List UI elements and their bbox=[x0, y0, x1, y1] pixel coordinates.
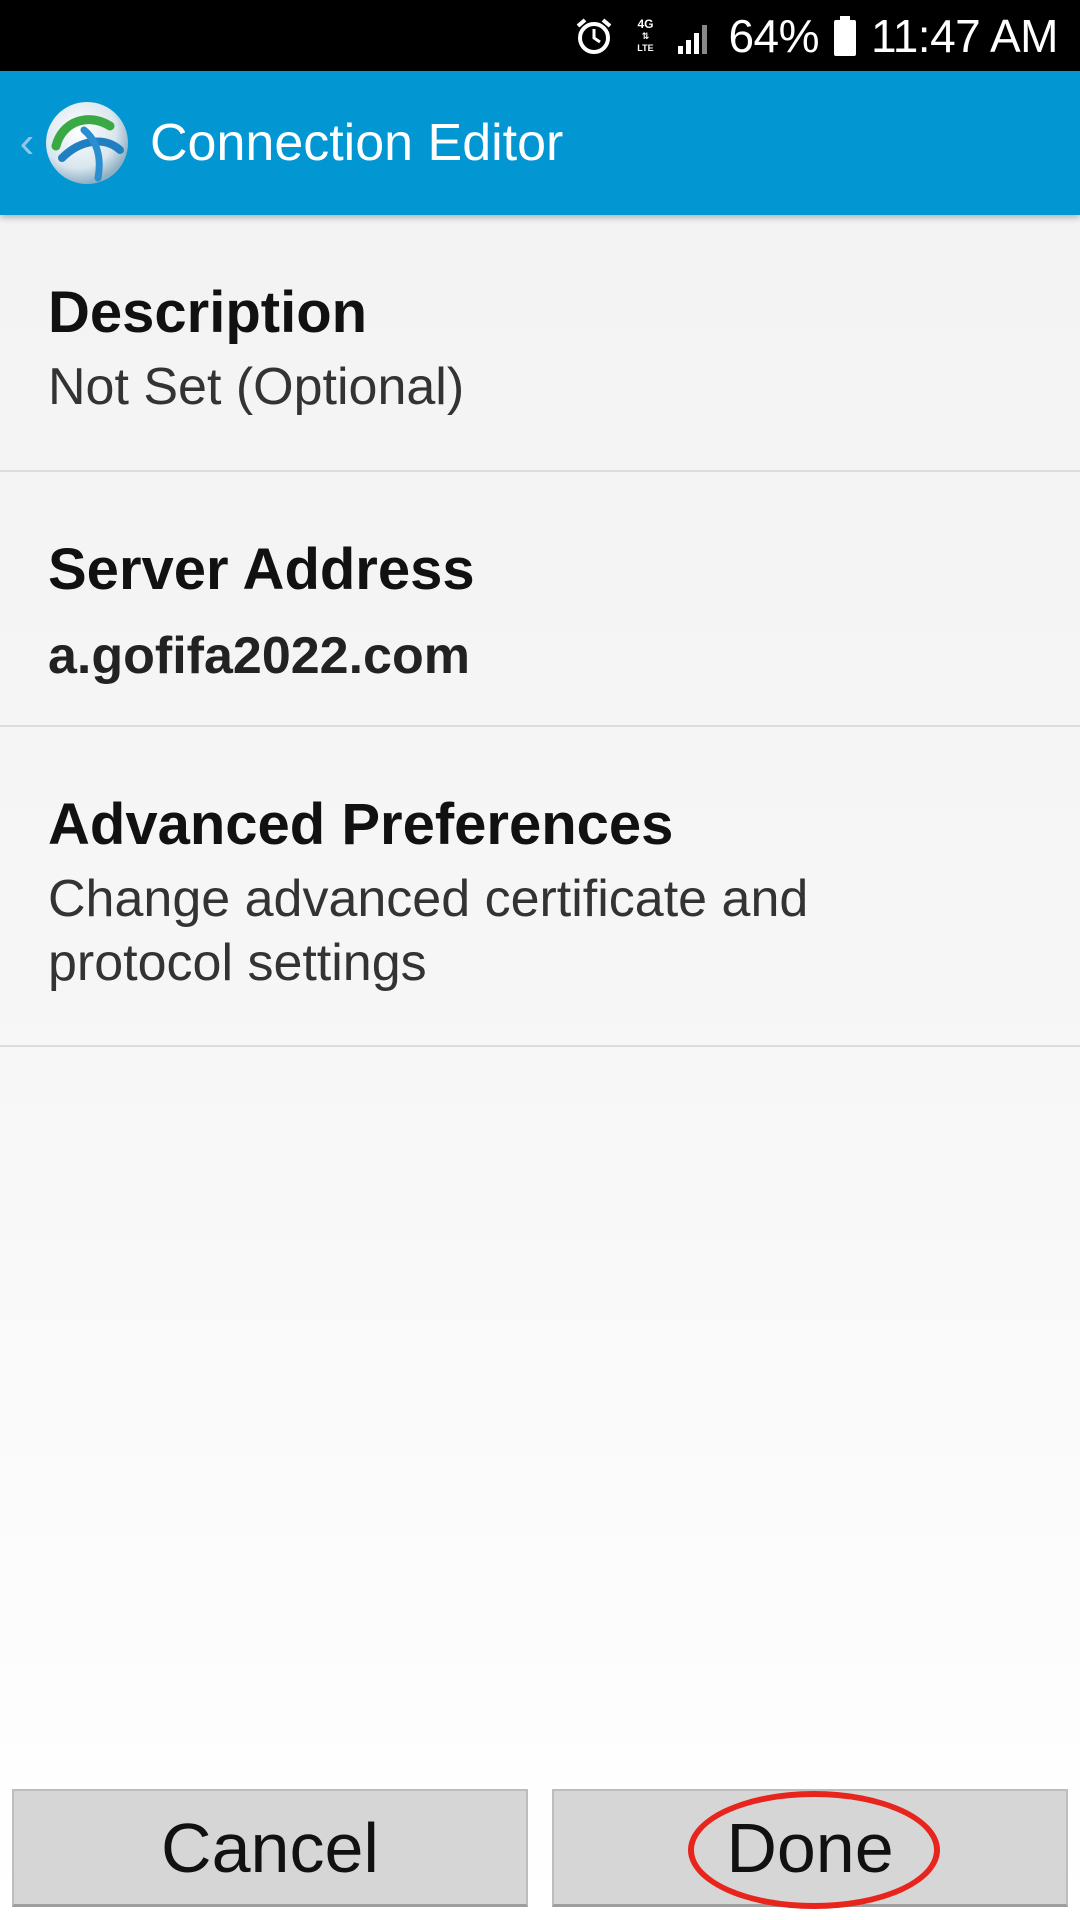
page-title: Connection Editor bbox=[150, 114, 564, 172]
back-chevron-icon[interactable]: ‹ bbox=[10, 113, 44, 173]
battery-icon bbox=[833, 15, 857, 57]
data-arrows-icon: ⇅ bbox=[641, 30, 650, 41]
highlight-circle bbox=[688, 1791, 940, 1909]
description-value: Not Set (Optional) bbox=[48, 358, 465, 416]
advanced-preferences-title: Advanced Preferences bbox=[48, 792, 674, 857]
anyconnect-logo-icon[interactable] bbox=[44, 100, 130, 186]
list-item-server-address[interactable]: Server Address a.gofifa2022.com bbox=[0, 472, 1080, 727]
description-title: Description bbox=[48, 280, 368, 345]
clock: 11:47 AM bbox=[871, 9, 1058, 62]
settings-list: Description Not Set (Optional) Server Ad… bbox=[0, 215, 1080, 1047]
list-item-description[interactable]: Description Not Set (Optional) bbox=[0, 215, 1080, 472]
signal-icon bbox=[676, 16, 714, 56]
status-bar: 4G ⇅ LTE 64% 11:47 AM bbox=[0, 0, 1080, 71]
server-address-value: a.gofifa2022.com bbox=[48, 627, 470, 685]
network-type-indicator: 4G ⇅ LTE bbox=[637, 16, 654, 53]
battery-percent: 64% bbox=[728, 9, 820, 62]
app-bar: ‹ Connection Editor bbox=[0, 71, 1080, 215]
advanced-preferences-description: Change advanced certificate and protocol… bbox=[48, 870, 809, 992]
alarm-icon bbox=[574, 16, 614, 56]
list-item-advanced-preferences[interactable]: Advanced Preferences Change advanced cer… bbox=[0, 727, 1080, 1047]
server-address-title: Server Address bbox=[48, 537, 475, 602]
cancel-button[interactable]: Cancel bbox=[12, 1789, 528, 1907]
button-bar: Cancel Done bbox=[12, 1789, 1068, 1909]
done-button[interactable]: Done bbox=[552, 1789, 1068, 1909]
